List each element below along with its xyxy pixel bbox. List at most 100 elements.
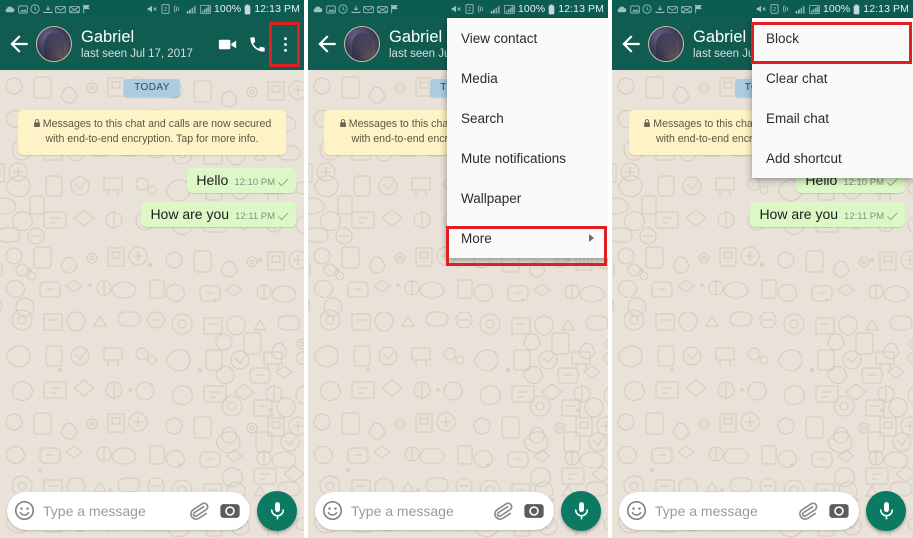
message-input-bar xyxy=(612,488,913,538)
message-meta: 12:11 PM xyxy=(844,211,898,223)
status-bar: 100% 12:13 PM xyxy=(0,0,304,18)
message-input[interactable] xyxy=(655,502,793,519)
camera-icon[interactable] xyxy=(828,500,850,522)
header-actions xyxy=(212,25,298,63)
mute-icon xyxy=(755,4,767,14)
message-row: Hello 12:10 PM xyxy=(8,168,296,193)
menu-item-block[interactable]: Block xyxy=(752,18,913,58)
sim-icon xyxy=(465,4,474,14)
menu-item-media[interactable]: Media xyxy=(447,58,608,98)
avatar[interactable] xyxy=(36,26,72,62)
overflow-menu-button[interactable] xyxy=(272,25,298,63)
cloud-icon xyxy=(616,5,627,14)
encryption-notice-text: Messages to this chat and calls are now … xyxy=(42,118,272,145)
paperclip-icon[interactable] xyxy=(188,500,209,521)
video-call-button[interactable] xyxy=(212,25,242,63)
signal-icon xyxy=(490,5,501,14)
message-input-pill xyxy=(619,491,859,530)
day-divider-row: TODAY xyxy=(8,79,296,97)
message-input-bar xyxy=(308,488,608,538)
voice-record-button[interactable] xyxy=(561,490,601,531)
battery-percent: 100% xyxy=(213,3,242,15)
panel-main-menu-open: 100% 12:13 PM Gabriel last seen Jul 17 M… xyxy=(308,0,608,538)
message-bubble-outgoing[interactable]: How are you 12:11 PM xyxy=(750,202,905,227)
menu-item-label: Email chat xyxy=(766,110,830,126)
screenshot-icon xyxy=(326,5,336,14)
message-input-pill xyxy=(7,491,250,530)
panel-more-submenu-open: 100% 12:13 PM Gabriel last seen Jul 17, xyxy=(612,0,913,538)
microphone-icon xyxy=(571,500,592,521)
download-icon xyxy=(655,5,665,14)
camera-icon[interactable] xyxy=(523,500,545,522)
clock-icon xyxy=(338,4,348,14)
chat-header: Gabriel last seen Jul 17, 2017 xyxy=(0,18,304,70)
encryption-notice[interactable]: Messages to this chat and calls are now … xyxy=(18,110,286,155)
back-arrow-icon[interactable] xyxy=(618,31,644,57)
screenshot-icon xyxy=(18,5,28,14)
paperclip-icon[interactable] xyxy=(492,500,513,521)
menu-item-wallpaper[interactable]: Wallpaper xyxy=(447,178,608,218)
message-input[interactable] xyxy=(351,502,488,519)
mail-sync-icon xyxy=(69,5,80,14)
mail-sync-icon xyxy=(377,5,388,14)
status-bar: 100% 12:13 PM xyxy=(308,0,608,18)
message-bubble-outgoing[interactable]: Hello 12:10 PM xyxy=(187,168,296,193)
menu-item-add-shortcut[interactable]: Add shortcut xyxy=(752,138,913,178)
camera-icon[interactable] xyxy=(219,500,241,522)
emoji-smiley-icon[interactable] xyxy=(322,500,343,521)
voice-record-button[interactable] xyxy=(257,490,297,531)
clock-icon xyxy=(642,4,652,14)
menu-item-mute-notifications[interactable]: Mute notifications xyxy=(447,138,608,178)
status-bar-clock: 12:13 PM xyxy=(558,3,604,15)
menu-item-label: Add shortcut xyxy=(766,150,842,166)
message-row: How are you 12:11 PM xyxy=(8,202,296,227)
screenshot-icon xyxy=(630,5,640,14)
menu-item-search[interactable]: Search xyxy=(447,98,608,138)
email-icon xyxy=(55,5,66,14)
message-input[interactable] xyxy=(43,502,184,519)
download-icon xyxy=(43,5,53,14)
more-submenu-popup: Block Clear chat Email chat Add shortcut xyxy=(752,18,913,178)
voice-call-icon xyxy=(248,35,267,54)
voice-record-button[interactable] xyxy=(866,490,906,531)
flag-icon xyxy=(390,4,399,14)
contact-info[interactable]: Gabriel last seen Jul 17, 2017 xyxy=(81,28,193,61)
emoji-smiley-icon[interactable] xyxy=(626,500,647,521)
nfc-icon xyxy=(173,4,183,14)
menu-item-clear-chat[interactable]: Clear chat xyxy=(752,58,913,98)
menu-item-view-contact[interactable]: View contact xyxy=(447,18,608,58)
emoji-smiley-icon[interactable] xyxy=(14,500,35,521)
message-status-check-icon xyxy=(887,178,898,187)
message-bubble-outgoing[interactable]: How are you 12:11 PM xyxy=(141,202,296,227)
nfc-icon xyxy=(477,4,487,14)
voice-call-button[interactable] xyxy=(242,25,272,63)
avatar[interactable] xyxy=(344,26,380,62)
back-arrow-icon[interactable] xyxy=(314,31,340,57)
status-bar-notification-icons xyxy=(616,4,703,14)
menu-item-label: Wallpaper xyxy=(461,190,522,206)
contact-last-seen: last seen Jul 17, 2017 xyxy=(81,47,193,60)
signal-2-icon xyxy=(504,5,515,14)
message-text: Hello xyxy=(196,172,229,188)
flag-icon xyxy=(82,4,91,14)
back-arrow-icon[interactable] xyxy=(6,31,32,57)
message-time: 12:11 PM xyxy=(844,211,884,222)
menu-item-email-chat[interactable]: Email chat xyxy=(752,98,913,138)
status-bar: 100% 12:13 PM xyxy=(612,0,913,18)
menu-item-more[interactable]: More xyxy=(447,218,608,258)
signal-icon xyxy=(795,5,806,14)
day-divider-badge: TODAY xyxy=(124,79,180,97)
message-time: 12:10 PM xyxy=(234,177,275,188)
menu-item-label: Block xyxy=(766,30,800,46)
message-status-check-icon xyxy=(278,178,289,187)
video-call-icon xyxy=(216,33,239,56)
avatar[interactable] xyxy=(648,26,684,62)
signal-icon xyxy=(186,5,197,14)
chevron-right-icon xyxy=(589,234,594,242)
menu-item-label: View contact xyxy=(461,30,538,46)
message-text: How are you xyxy=(759,206,839,222)
battery-percent: 100% xyxy=(517,3,546,15)
message-status-check-icon xyxy=(278,212,289,221)
lock-icon xyxy=(33,118,41,128)
paperclip-icon[interactable] xyxy=(797,500,818,521)
